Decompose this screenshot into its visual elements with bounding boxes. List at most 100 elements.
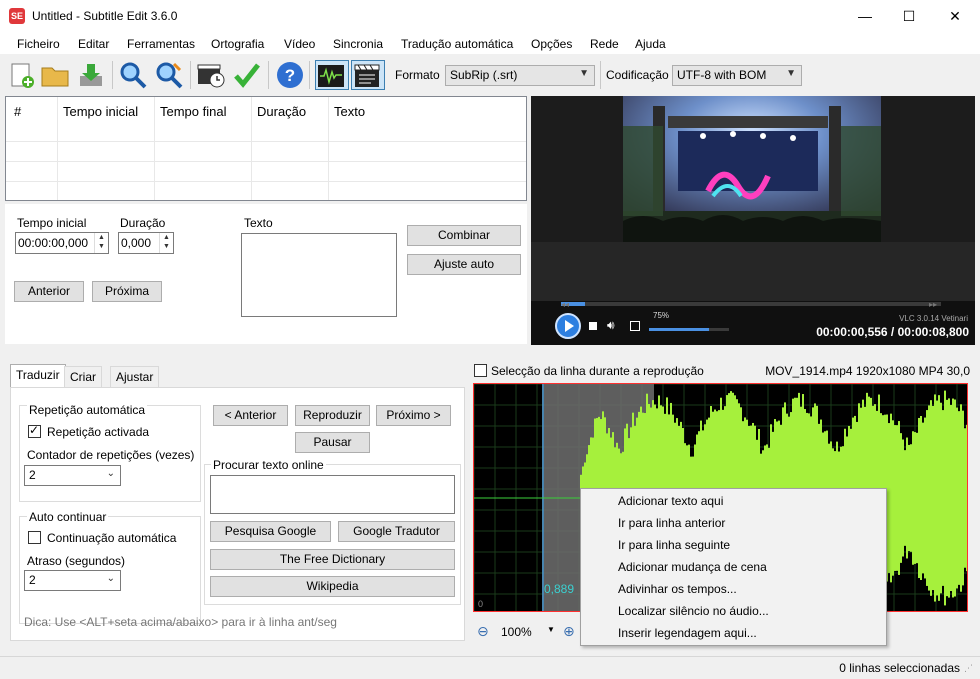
video-toggle-icon[interactable] <box>351 60 385 90</box>
next-button[interactable]: Próxima <box>92 281 162 302</box>
context-insert-subtitle-here[interactable]: Inserir legendagem aqui... <box>618 626 757 640</box>
close-button[interactable]: ✕ <box>932 0 978 32</box>
help-icon[interactable]: ? <box>275 60 305 90</box>
visual-sync-icon[interactable] <box>196 60 226 90</box>
menu-ajuda[interactable]: Ajuda <box>635 37 666 51</box>
google-translate-button[interactable]: Google Tradutor <box>338 521 455 542</box>
continue-enabled-checkbox[interactable] <box>28 531 41 544</box>
search-online-label: Procurar texto online <box>211 458 326 472</box>
repeat-enabled-checkbox[interactable] <box>28 423 41 438</box>
select-during-playback-checkbox[interactable] <box>474 364 487 377</box>
video-info: MOV_1914.mp4 1920x1080 MP4 30,0 <box>765 364 970 378</box>
fullscreen-icon[interactable] <box>630 321 640 331</box>
seek-bar[interactable] <box>561 302 941 306</box>
download-icon[interactable] <box>76 60 106 90</box>
tab-criar[interactable]: Criar <box>64 366 102 387</box>
column-header-text[interactable]: Texto <box>334 104 365 119</box>
find-icon[interactable] <box>118 60 148 90</box>
tip-text: Dica: Use <ALT+seta acima/abaixo> para i… <box>24 615 337 629</box>
menu-rede[interactable]: Rede <box>590 37 619 51</box>
tab-traduzir[interactable]: Traduzir <box>10 364 66 388</box>
volume-icon[interactable]: 🔊︎ <box>607 318 615 333</box>
menu-video[interactable]: Vídeo <box>284 37 315 51</box>
translate-play-button[interactable]: Reproduzir <box>295 405 370 426</box>
selected-lines-status: 0 linhas seleccionadas <box>839 661 960 675</box>
menu-ferramentas[interactable]: Ferramentas <box>127 37 195 51</box>
google-search-button[interactable]: Pesquisa Google <box>210 521 331 542</box>
spell-check-icon[interactable] <box>232 60 262 90</box>
encoding-label: Codificação <box>606 68 669 82</box>
player-controls: ◂◂ ▸▸ 🔊︎ 75% VLC 3.0.14 Vetinari 00:00:0… <box>531 300 975 345</box>
menu-sincronia[interactable]: Sincronia <box>333 37 383 51</box>
new-file-icon[interactable] <box>6 60 36 90</box>
subtitle-text-area[interactable] <box>241 233 397 317</box>
menu-opcoes[interactable]: Opções <box>531 37 572 51</box>
app-logo-icon: SE <box>9 8 25 24</box>
search-text-input[interactable] <box>210 475 455 514</box>
menu-ficheiro[interactable]: Ficheiro <box>17 37 60 51</box>
duration-input[interactable]: 0,000 ▲ ▼ <box>118 232 174 254</box>
repeat-count-value: 2 <box>29 468 36 482</box>
resize-grip-icon[interactable]: ⋰ <box>964 663 973 674</box>
free-dictionary-button[interactable]: The Free Dictionary <box>210 549 455 570</box>
context-go-next-line[interactable]: Ir para linha seguinte <box>618 538 730 552</box>
format-select[interactable]: SubRip (.srt) ▼ <box>445 65 595 86</box>
play-button[interactable] <box>555 313 581 339</box>
forward-icon[interactable]: ▸▸ <box>929 300 937 309</box>
zoom-in-icon[interactable]: ⊕ <box>563 623 575 640</box>
spin-arrows-icon[interactable]: ▲ ▼ <box>94 233 108 253</box>
spin-arrows-icon[interactable]: ▲ ▼ <box>159 233 173 253</box>
stop-icon[interactable] <box>589 322 597 330</box>
delay-select[interactable]: 2 ⌄ <box>24 570 121 591</box>
subtitle-grid[interactable]: # Tempo inicial Tempo final Duração Text… <box>5 96 527 201</box>
duration-value: 0,000 <box>121 236 152 250</box>
menu-ortografia[interactable]: Ortografia <box>211 37 264 51</box>
pause-button[interactable]: Pausar <box>295 432 370 453</box>
repeat-count-label: Contador de repetições (vezes) <box>27 448 195 462</box>
delay-value: 2 <box>29 573 36 587</box>
tab-ajustar[interactable]: Ajustar <box>110 366 160 387</box>
waveform-toggle-icon[interactable] <box>315 60 349 90</box>
menu-traducao-automatica[interactable]: Tradução automática <box>401 37 513 51</box>
menu-editar[interactable]: Editar <box>78 37 109 51</box>
wikipedia-button[interactable]: Wikipedia <box>210 576 455 597</box>
volume-slider[interactable] <box>649 328 729 331</box>
waveform-context-menu: Adicionar texto aqui Ir para linha anter… <box>580 488 887 646</box>
auto-adjust-button[interactable]: Ajuste auto <box>407 254 521 275</box>
translate-previous-button[interactable]: < Anterior <box>213 405 288 426</box>
auto-repeat-label: Repetição automática <box>27 403 148 417</box>
context-add-text-here[interactable]: Adicionar texto aqui <box>618 494 723 508</box>
menu-bar: Ficheiro Editar Ferramentas Ortografia V… <box>0 32 980 54</box>
auto-continue-label: Auto continuar <box>27 510 109 524</box>
format-value: SubRip (.srt) <box>450 68 518 82</box>
maximize-button[interactable]: ☐ <box>886 0 932 32</box>
svg-text:?: ? <box>285 66 295 85</box>
zoom-out-icon[interactable]: ⊖ <box>477 623 489 640</box>
previous-button[interactable]: Anterior <box>14 281 84 302</box>
zoom-select[interactable]: 100% ▼ <box>497 622 557 642</box>
start-time-input[interactable]: 00:00:00,000 ▲ ▼ <box>15 232 109 254</box>
column-header-start-time[interactable]: Tempo inicial <box>63 104 138 119</box>
translate-next-button[interactable]: Próximo > <box>376 405 451 426</box>
video-player[interactable]: ◂◂ ▸▸ 🔊︎ 75% VLC 3.0.14 Vetinari 00:00:0… <box>531 96 975 345</box>
context-add-scene-change[interactable]: Adicionar mudança de cena <box>618 560 767 574</box>
encoding-select[interactable]: UTF-8 with BOM ▼ <box>672 65 802 86</box>
column-header-end-time[interactable]: Tempo final <box>160 104 226 119</box>
context-go-previous-line[interactable]: Ir para linha anterior <box>618 516 725 530</box>
context-find-silence[interactable]: Localizar silêncio no áudio... <box>618 604 769 618</box>
start-time-value: 00:00:00,000 <box>18 236 89 250</box>
rewind-icon[interactable]: ◂◂ <box>561 300 569 309</box>
chevron-down-icon: ⌄ <box>106 573 115 584</box>
replace-icon[interactable] <box>154 60 184 90</box>
volume-percent: 75% <box>653 311 670 320</box>
repeat-count-select[interactable]: 2 ⌄ <box>24 465 121 486</box>
column-header-number[interactable]: # <box>14 104 21 119</box>
continue-enabled-label: Continuação automática <box>47 531 177 545</box>
combine-button[interactable]: Combinar <box>407 225 521 246</box>
open-folder-icon[interactable] <box>40 60 70 90</box>
waveform-zero-label: 0 <box>478 599 484 609</box>
subtitle-edit-panel: Tempo inicial 00:00:00,000 ▲ ▼ Duração 0,… <box>5 204 527 344</box>
column-header-duration[interactable]: Duração <box>257 104 306 119</box>
context-guess-timings[interactable]: Adivinhar os tempos... <box>618 582 737 596</box>
minimize-button[interactable]: — <box>842 0 888 32</box>
